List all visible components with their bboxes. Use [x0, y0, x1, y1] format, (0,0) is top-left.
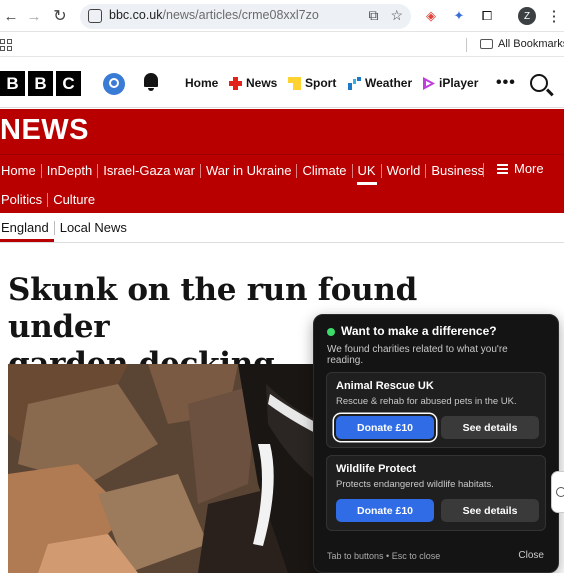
apps-grid-icon[interactable] [0, 39, 12, 51]
hamburger-icon [497, 163, 508, 174]
bookmarks-divider [466, 38, 467, 52]
browser-menu-icon[interactable]: ⋮ [544, 6, 564, 26]
charity-card: Animal Rescue UK Rescue & rehab for abus… [326, 372, 546, 448]
charity-tagline: Protects endangered wildlife habitats. [336, 479, 494, 490]
notifications-bell-icon[interactable] [142, 73, 160, 93]
section-nav-world[interactable]: World [382, 163, 426, 178]
url-text[interactable]: bbc.co.uk/news/articles/crme08xxl7zo [109, 8, 319, 22]
see-details-button[interactable]: See details [441, 499, 539, 522]
section-more-button[interactable]: More [497, 161, 544, 176]
address-bar[interactable]: bbc.co.uk/news/articles/crme08xxl7zo ⧉ ☆ [80, 4, 411, 29]
charity-tagline: Rescue & rehab for abused pets in the UK… [336, 396, 517, 407]
charity-name: Wildlife Protect [336, 463, 416, 475]
bbc-header: BBC Home News Sport Weather iPlayer ••• [0, 58, 564, 108]
site-info-icon[interactable] [88, 9, 102, 23]
iplayer-icon [423, 76, 435, 90]
reload-icon[interactable]: ↻ [49, 5, 71, 27]
forward-icon[interactable]: → [23, 5, 45, 27]
news-banner: NEWS [0, 109, 564, 154]
keyboard-hint: Tab to buttons • Esc to close [327, 551, 441, 561]
section-nav-indepth[interactable]: InDepth [42, 163, 98, 178]
see-details-button[interactable]: See details [441, 416, 539, 439]
side-panel-tab[interactable] [551, 471, 564, 513]
charity-card: Wildlife Protect Protects endangered wil… [326, 455, 546, 531]
section-nav-row-2: Politics Culture [0, 192, 100, 207]
section-nav: Home InDepth Israel-Gaza war War in Ukra… [0, 154, 564, 213]
nav-home[interactable]: Home [185, 76, 218, 90]
section-nav-uk[interactable]: UK [353, 163, 381, 185]
subnav-england[interactable]: England [0, 220, 54, 242]
popup-description: We found charities related to what you'r… [327, 344, 508, 366]
section-nav-israel-gaza[interactable]: Israel-Gaza war [98, 163, 200, 178]
section-nav-climate[interactable]: Climate [297, 163, 351, 178]
profile-avatar[interactable]: Z [518, 7, 536, 25]
section-nav-culture[interactable]: Culture [48, 192, 100, 207]
account-icon[interactable] [103, 73, 125, 95]
sport-icon [288, 76, 301, 90]
folder-icon[interactable] [480, 39, 493, 49]
more-options-icon[interactable]: ••• [496, 74, 516, 92]
news-icon [229, 76, 242, 90]
back-icon[interactable]: ← [0, 5, 22, 27]
nav-news[interactable]: News [229, 76, 277, 90]
charity-popup: Want to make a difference? We found char… [313, 314, 559, 573]
status-dot [327, 328, 335, 336]
article-hero-image [8, 364, 338, 573]
browser-toolbar: ← → ↻ bbc.co.uk/news/articles/crme08xxl7… [0, 0, 564, 32]
bbc-logo[interactable]: BBC [0, 71, 81, 96]
news-section-title[interactable]: NEWS [0, 114, 89, 147]
all-bookmarks-link[interactable]: All Bookmarks [498, 38, 564, 50]
extension-puzzle-icon[interactable]: ✦ [449, 6, 469, 26]
section-nav-row-1: Home InDepth Israel-Gaza war War in Ukra… [0, 163, 489, 185]
donate-button[interactable]: Donate £10 [336, 416, 434, 439]
charity-name: Animal Rescue UK [336, 380, 434, 392]
section-nav-ukraine[interactable]: War in Ukraine [201, 163, 296, 178]
brave-shield-icon[interactable]: ◈ [421, 6, 441, 26]
search-icon[interactable] [530, 74, 548, 92]
subnav-local-news[interactable]: Local News [55, 220, 132, 235]
weather-icon [348, 76, 361, 90]
nav-iplayer[interactable]: iPlayer [422, 76, 478, 90]
donate-button[interactable]: Donate £10 [336, 499, 434, 522]
section-nav-business[interactable]: Business [426, 163, 489, 178]
bookmark-star-icon[interactable]: ☆ [390, 7, 403, 24]
section-nav-politics[interactable]: Politics [0, 192, 47, 207]
popup-title: Want to make a difference? [341, 324, 497, 338]
bookmarks-bar: All Bookmarks [0, 33, 564, 57]
close-button[interactable]: Close [518, 550, 544, 561]
nav-sport[interactable]: Sport [288, 76, 336, 90]
install-app-icon[interactable]: ⧉ [368, 7, 378, 24]
extensions-icon[interactable]: ⧠ [477, 6, 497, 26]
sub-nav: England Local News [0, 213, 564, 243]
section-nav-home[interactable]: Home [0, 163, 41, 178]
nav-weather[interactable]: Weather [348, 76, 412, 90]
more-separator [483, 163, 484, 177]
